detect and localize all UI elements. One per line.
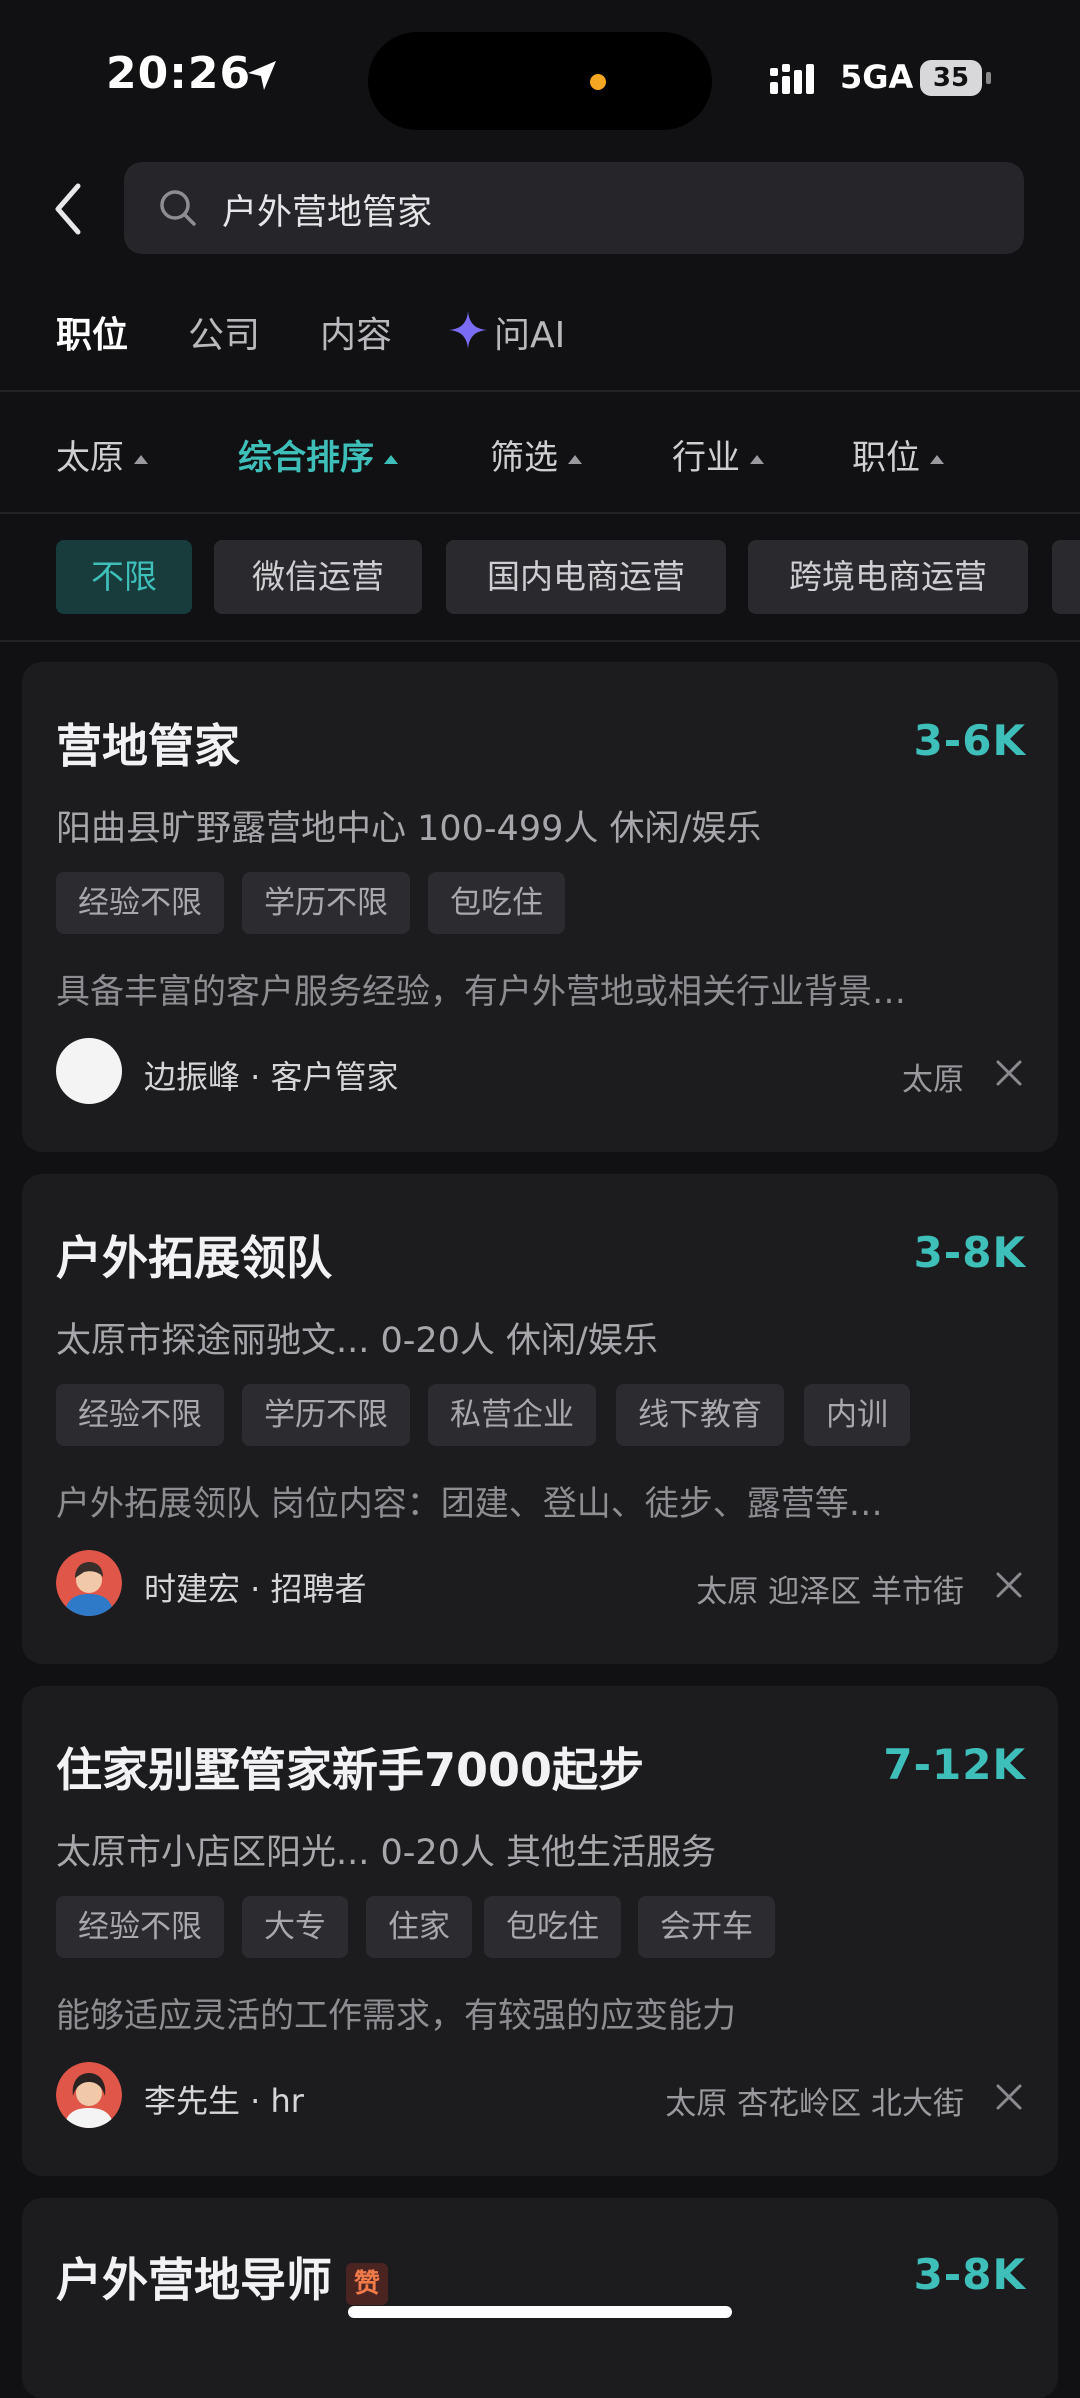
recruiter-name: 时建宏 · 招聘者	[144, 1570, 367, 1608]
job-salary: 3-8K	[913, 1228, 1026, 1277]
job-card[interactable]: 户外拓展领队 3-8K 太原市探途丽驰文... 0-20人 休闲/娱乐 经验不限…	[22, 1174, 1058, 1664]
chip-crossborder-ecommerce[interactable]: 跨境电商运营	[748, 540, 1028, 614]
job-tag: 线下教育	[616, 1384, 784, 1446]
recruiter-name: 李先生 · hr	[144, 2082, 304, 2120]
search-query[interactable]: 户外营地管家	[222, 184, 432, 235]
dropdown-triangle-icon	[568, 455, 582, 464]
back-chevron-icon[interactable]	[46, 180, 90, 238]
job-tag: 经验不限	[56, 1896, 224, 1958]
network-type: 5GA	[840, 58, 914, 96]
job-tag: 经验不限	[56, 1384, 224, 1446]
job-tag: 会开车	[638, 1896, 775, 1958]
job-tag: 私营企业	[428, 1384, 596, 1446]
tab-companies[interactable]: 公司	[188, 306, 260, 358]
tab-ask-ai[interactable]: 问AI	[494, 306, 565, 358]
filter-industry[interactable]: 行业	[672, 430, 764, 479]
job-title: 住家别墅管家新手7000起步	[56, 1743, 645, 1797]
dynamic-island	[368, 32, 712, 130]
tab-content[interactable]: 内容	[320, 306, 392, 358]
chip-wechat-ops[interactable]: 微信运营	[214, 540, 422, 614]
ai-sparkle-icon	[449, 311, 487, 349]
dropdown-triangle-icon	[750, 455, 764, 464]
job-title: 户外拓展领队	[56, 1231, 332, 1285]
filter-sort-label: 综合排序	[238, 438, 374, 478]
job-location: 太原 杏花岭区 北大街	[665, 2086, 964, 2122]
avatar	[56, 1038, 122, 1104]
job-title-text: 户外营地导师	[56, 2253, 332, 2307]
dropdown-triangle-icon	[134, 455, 148, 464]
job-location: 太原 迎泽区 羊市街	[696, 1574, 964, 1610]
job-tag: 经验不限	[56, 872, 224, 934]
divider	[0, 512, 1080, 514]
signal-strength-icon	[770, 64, 814, 94]
close-icon[interactable]	[994, 2082, 1024, 2112]
job-title: 营地管家	[56, 719, 240, 773]
home-indicator[interactable]	[348, 2306, 732, 2318]
company-info: 太原市探途丽驰文... 0-20人 休闲/娱乐	[56, 1321, 658, 1361]
job-description: 能够适应灵活的工作需求，有较强的应变能力	[56, 1996, 736, 2036]
dropdown-triangle-icon	[930, 455, 944, 464]
job-tag: 住家	[366, 1896, 472, 1958]
filter-industry-label: 行业	[672, 438, 740, 478]
filter-screen[interactable]: 筛选	[490, 430, 582, 479]
company-info: 太原市小店区阳光... 0-20人 其他生活服务	[56, 1833, 717, 1873]
filter-position[interactable]: 职位	[852, 430, 944, 479]
job-salary: 3-6K	[913, 716, 1026, 765]
divider	[0, 390, 1080, 392]
job-salary: 7-12K	[883, 1740, 1026, 1789]
battery-icon	[986, 72, 991, 84]
dropdown-triangle-icon	[384, 455, 398, 464]
job-tag: 大专	[242, 1896, 348, 1958]
filter-city-label: 太原	[56, 438, 124, 478]
job-location: 太原	[902, 1062, 964, 1098]
recruiter-name: 边振峰 · 客户管家	[144, 1058, 399, 1096]
job-tag: 包吃住	[428, 872, 565, 934]
chip-more[interactable]	[1052, 540, 1080, 614]
filter-sort[interactable]: 综合排序	[238, 430, 398, 479]
avatar	[56, 2062, 122, 2128]
close-icon[interactable]	[994, 1058, 1024, 1088]
praise-badge: 赞	[346, 2262, 388, 2305]
chip-any[interactable]: 不限	[56, 540, 192, 614]
avatar	[56, 1550, 122, 1616]
filter-city[interactable]: 太原	[56, 430, 148, 479]
job-tag: 学历不限	[242, 1384, 410, 1446]
job-description: 户外拓展领队 岗位内容：团建、登山、徒步、露营等…	[56, 1484, 883, 1524]
status-bar: 20:26 5GA 35	[0, 0, 1080, 150]
job-tag: 内训	[804, 1384, 910, 1446]
company-info: 阳曲县旷野露营地中心 100-499人 休闲/娱乐	[56, 809, 762, 849]
job-salary: 3-8K	[913, 2250, 1026, 2299]
privacy-indicator-icon	[590, 74, 606, 90]
job-tag: 学历不限	[242, 872, 410, 934]
close-icon[interactable]	[994, 1570, 1024, 1600]
divider	[0, 640, 1080, 642]
search-icon	[160, 190, 196, 226]
job-card[interactable]: 户外营地导师赞 3-8K	[22, 2198, 1058, 2398]
filter-position-label: 职位	[852, 438, 920, 478]
job-title: 户外营地导师赞	[56, 2244, 388, 2310]
job-description: 具备丰富的客户服务经验，有户外营地或相关行业背景…	[56, 972, 906, 1012]
chip-domestic-ecommerce[interactable]: 国内电商运营	[446, 540, 726, 614]
battery-level: 35	[920, 60, 982, 96]
job-card[interactable]: 住家别墅管家新手7000起步 7-12K 太原市小店区阳光... 0-20人 其…	[22, 1686, 1058, 2176]
tab-jobs[interactable]: 职位	[56, 306, 128, 358]
filter-screen-label: 筛选	[490, 438, 558, 478]
status-time: 20:26	[106, 48, 252, 99]
job-tag: 包吃住	[484, 1896, 621, 1958]
location-arrow-icon	[248, 61, 276, 90]
job-card[interactable]: 营地管家 3-6K 阳曲县旷野露营地中心 100-499人 休闲/娱乐 经验不限…	[22, 662, 1058, 1152]
